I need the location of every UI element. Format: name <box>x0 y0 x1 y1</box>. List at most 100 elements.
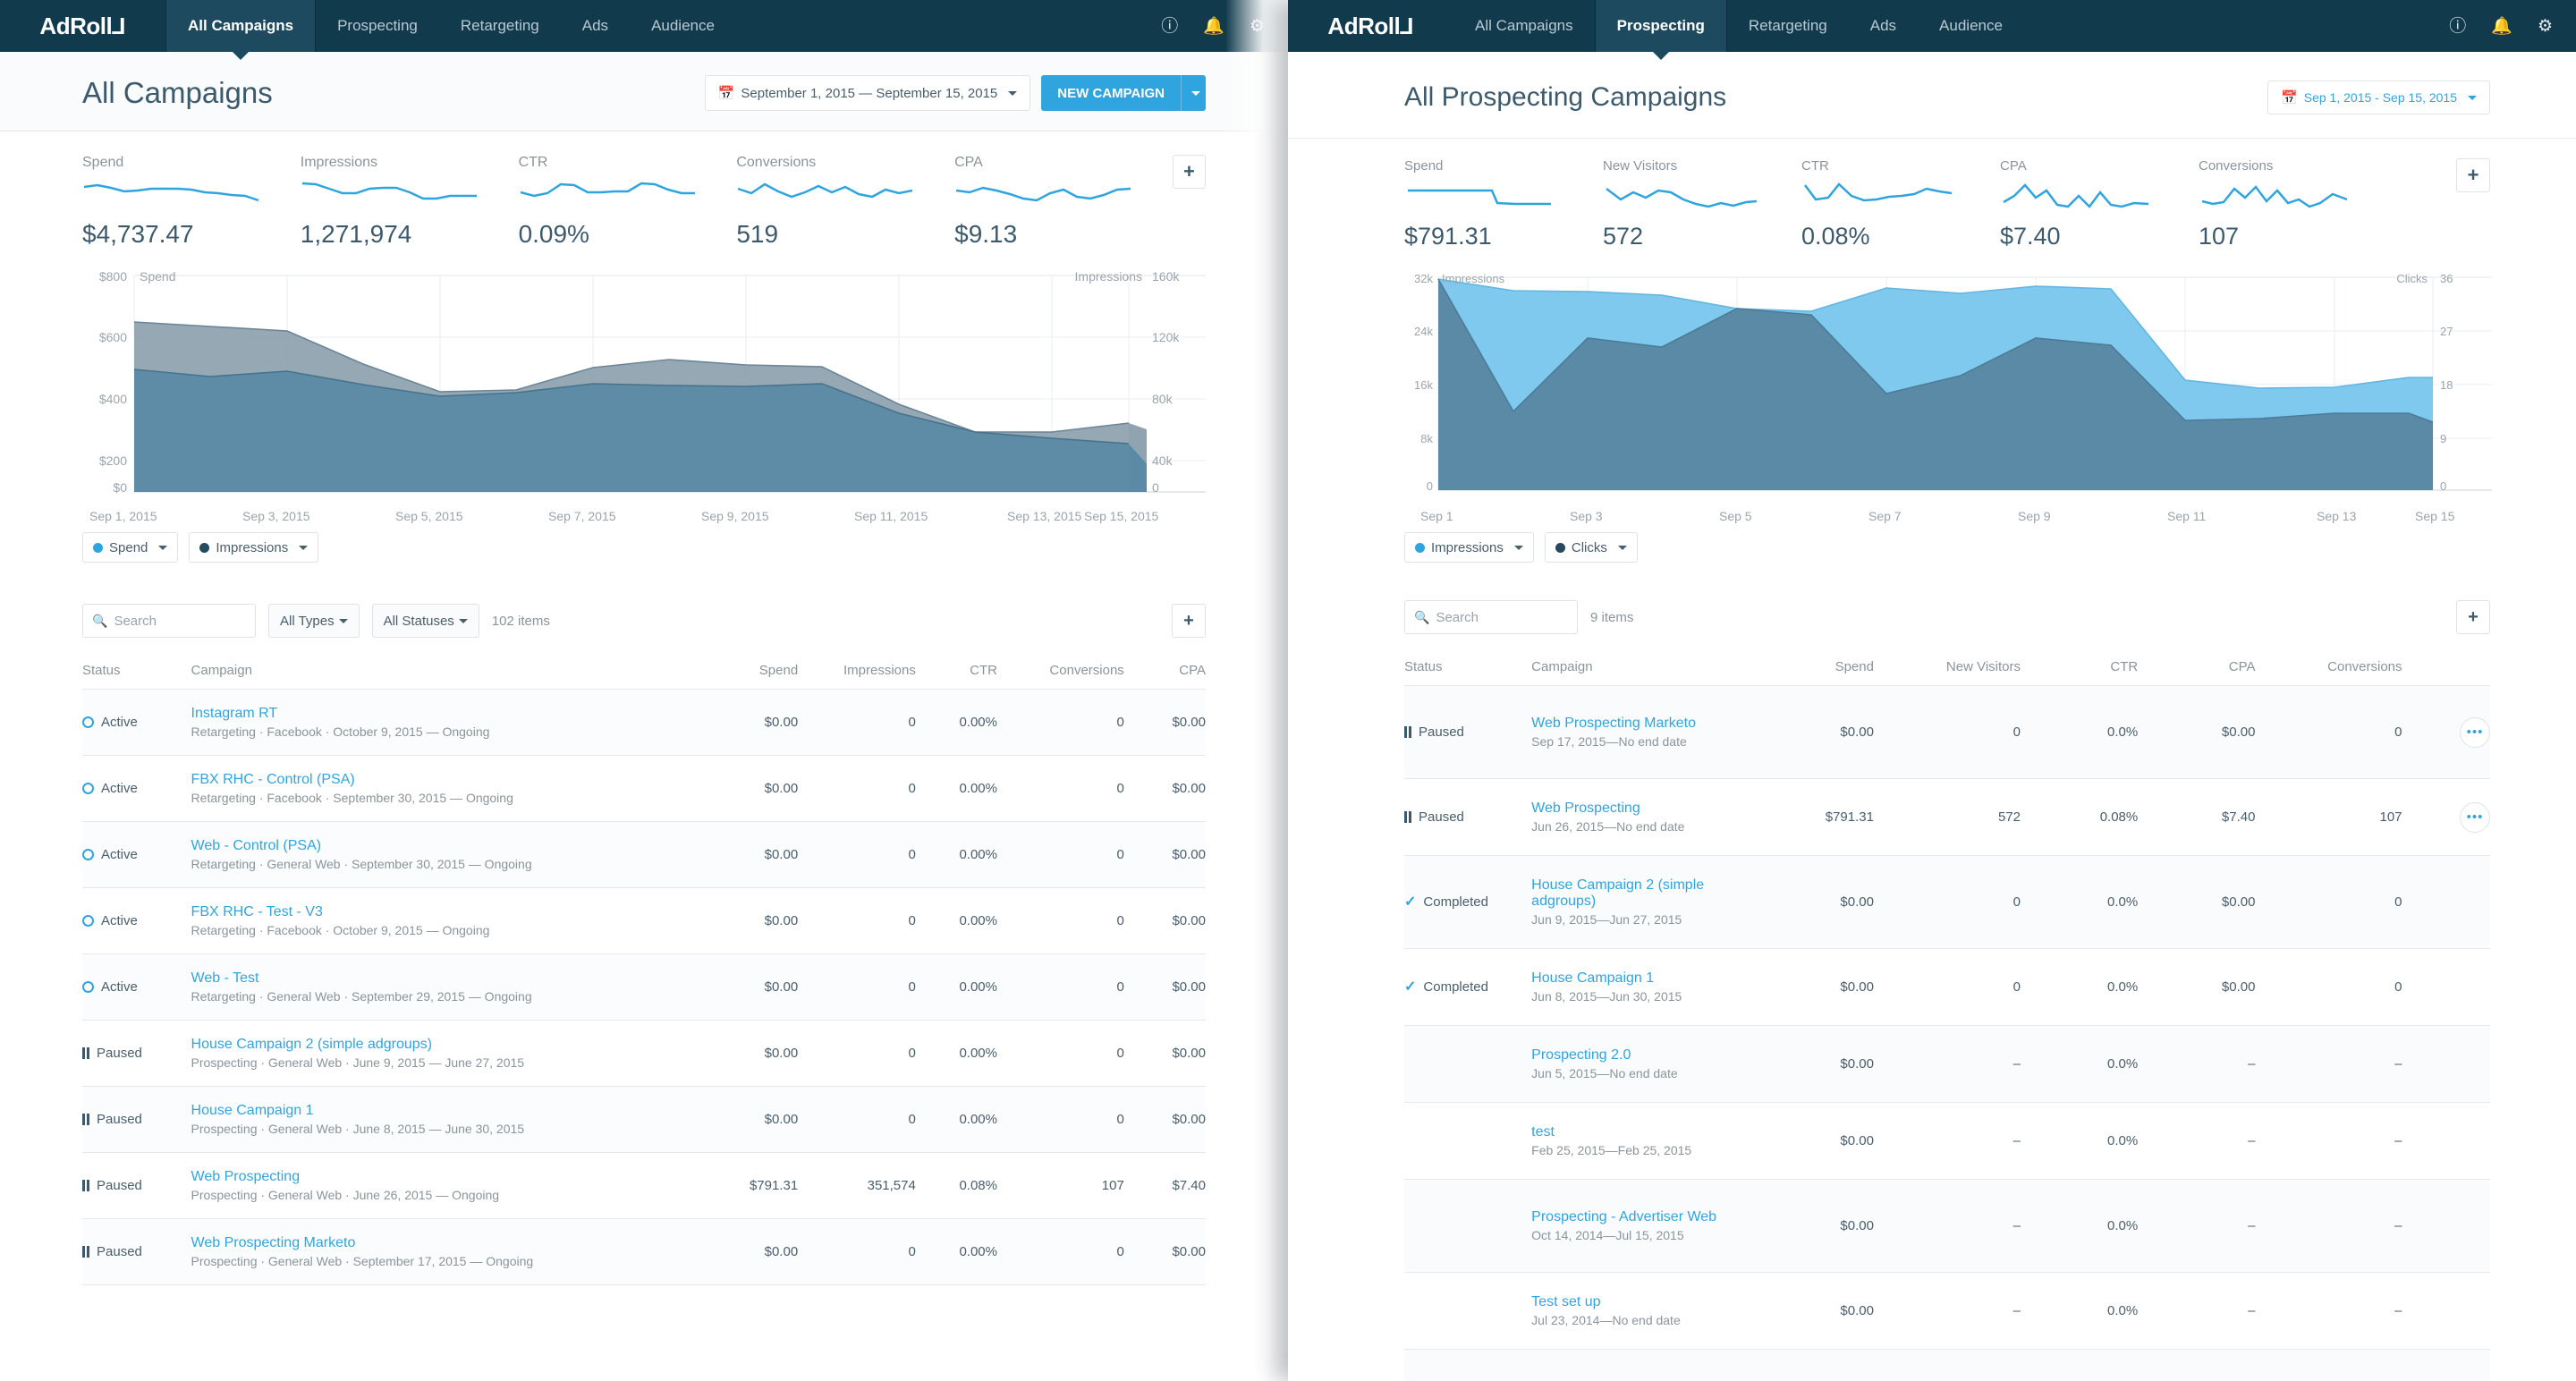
types-filter-button[interactable]: All Types <box>268 604 360 638</box>
left-header-actions: 📅 September 1, 2015 — September 15, 2015… <box>704 75 1206 111</box>
campaign-meta: Oct 14, 2014—Jul 15, 2015 <box>1531 1228 1684 1242</box>
table-row[interactable]: Paused House Campaign 2 (simple adgroups)… <box>82 1021 1206 1087</box>
adroll-logo[interactable]: AdRoll L <box>0 0 165 52</box>
nav-item-ads[interactable]: Ads <box>1849 0 1918 52</box>
add-metric-button[interactable]: + <box>1172 155 1207 189</box>
campaign-link[interactable]: Instagram RT <box>191 706 699 722</box>
metric-card-conversions[interactable]: Conversions 107 <box>2199 158 2397 250</box>
col-status[interactable]: Status <box>82 648 191 690</box>
statuses-filter-button[interactable]: All Statuses <box>371 604 479 638</box>
campaign-link[interactable]: Prospecting - Advertiser Web <box>1531 1209 1757 1225</box>
col-spend[interactable]: Spend <box>1756 645 1874 686</box>
metric-card-spend[interactable]: Spend $791.31 <box>1404 158 1603 250</box>
legend-metric-impressions[interactable]: Impressions <box>189 532 319 563</box>
col-conversions[interactable]: Conversions <box>997 648 1124 690</box>
col-cpa[interactable]: CPA <box>1123 648 1206 690</box>
nav-item-prospecting[interactable]: Prospecting <box>316 0 439 52</box>
col-campaign[interactable]: Campaign <box>1531 645 1757 686</box>
nav-item-retargeting[interactable]: Retargeting <box>439 0 561 52</box>
campaign-link[interactable]: FBX RHC - Test - V3 <box>191 904 699 920</box>
table-row[interactable]: Paused Web Prospecting Marketo Sep 17, 201… <box>1404 685 2490 779</box>
campaign-link[interactable]: Prospecting 2.0 <box>1531 1047 1757 1063</box>
table-row[interactable]: Prospecting 2.0 Jun 5, 2015—No end date $0… <box>1404 1025 2490 1103</box>
legend-metric-clicks[interactable]: Clicks <box>1544 532 1638 563</box>
metric-card-cpa[interactable]: CPA $9.13 <box>954 155 1173 249</box>
new-campaign-dropdown-button[interactable] <box>1181 75 1206 111</box>
search-box[interactable]: 🔍 <box>1404 600 1578 634</box>
campaign-link[interactable]: test <box>1531 1124 1757 1140</box>
nav-item-retargeting[interactable]: Retargeting <box>1727 0 1849 52</box>
table-row[interactable]: test Feb 25, 2015—Feb 25, 2015 $0.00 – 0.0% –… <box>1404 1103 2490 1180</box>
campaign-link[interactable]: Test set up <box>1531 1294 1757 1310</box>
row-more-actions-button[interactable]: ••• <box>2460 801 2490 833</box>
col-spend[interactable]: Spend <box>698 648 799 690</box>
settings-gear-icon[interactable]: ⚙ <box>1250 18 1265 35</box>
col-ctr[interactable]: CTR <box>2021 645 2139 686</box>
table-row[interactable]: Active FBX RHC - Control (PSA) Retargeting… <box>82 756 1206 822</box>
adroll-logo[interactable]: AdRoll L <box>1288 0 1453 52</box>
col-cpa[interactable]: CPA <box>2138 645 2256 686</box>
table-row[interactable]: Paused House Campaign 1 Prospecting · Gene… <box>82 1086 1206 1153</box>
col-new-visitors[interactable]: New Visitors <box>1873 645 2021 686</box>
date-range-picker[interactable]: 📅 Sep 1, 2015 - Sep 15, 2015 <box>2267 80 2490 114</box>
metric-card-conversions[interactable]: Conversions 519 <box>736 155 954 249</box>
nav-item-ads[interactable]: Ads <box>561 0 630 52</box>
table-row[interactable]: Active FBX RHC - Test - V3 Retargeting · F… <box>82 888 1206 954</box>
table-row[interactable]: Paused Web Prospecting Prospecting · Gener… <box>82 1153 1206 1219</box>
table-row[interactable]: Prospecting - Advertiser Web Oct 14, 2014… <box>1404 1179 2490 1273</box>
campaign-link[interactable]: Web Prospecting <box>1531 801 1757 817</box>
metric-card-ctr[interactable]: CTR 0.08% <box>1801 158 2000 250</box>
cell-cpa: $7.40 <box>2221 809 2256 825</box>
settings-gear-icon[interactable]: ⚙ <box>2538 18 2553 35</box>
table-row[interactable]: Audience Graph (see notes <box>1404 1349 2490 1381</box>
table-row[interactable]: Paused Web Prospecting Jun 26, 2015—No end… <box>1404 779 2490 856</box>
campaign-link[interactable]: House Campaign 2 (simple adgroups) <box>191 1037 699 1053</box>
help-icon[interactable]: ⓘ <box>1161 18 1178 35</box>
notifications-bell-icon[interactable]: 🔔 <box>1203 18 1224 35</box>
table-row[interactable]: Paused Web Prospecting Marketo Prospecting… <box>82 1218 1206 1285</box>
table-row[interactable]: Test set up Jul 23, 2014—No end date $0.00… <box>1404 1273 2490 1350</box>
metric-card-spend[interactable]: Spend $4,737.47 <box>82 155 301 249</box>
nav-item-all-campaigns[interactable]: All Campaigns <box>1453 0 1595 52</box>
add-column-button[interactable]: + <box>1172 604 1206 638</box>
table-row[interactable]: ✓ Completed House Campaign 2 (simple adgro… <box>1404 855 2490 949</box>
row-more-actions-button[interactable]: ••• <box>2460 716 2490 748</box>
search-box[interactable]: 🔍 <box>82 604 256 638</box>
nav-item-audience[interactable]: Audience <box>1918 0 2024 52</box>
table-row[interactable]: ✓ Completed House Campaign 1 Jun 8, 2015—Ju… <box>1404 949 2490 1026</box>
campaign-link[interactable]: House Campaign 2 (simple adgroups) <box>1531 877 1757 910</box>
campaign-link[interactable]: Web Prospecting <box>191 1169 699 1185</box>
campaign-link[interactable]: House Campaign 1 <box>191 1103 699 1119</box>
metric-card-new-visitors[interactable]: New Visitors 572 <box>1603 158 1801 250</box>
metric-card-cpa[interactable]: CPA $7.40 <box>2000 158 2199 250</box>
col-campaign[interactable]: Campaign <box>191 648 699 690</box>
col-status[interactable]: Status <box>1404 645 1532 686</box>
search-input[interactable] <box>1436 609 1568 625</box>
nav-item-all-campaigns[interactable]: All Campaigns <box>165 0 317 52</box>
campaign-link[interactable]: Web - Control (PSA) <box>191 838 699 854</box>
campaign-link[interactable]: Web Prospecting Marketo <box>191 1235 699 1251</box>
col-impressions[interactable]: Impressions <box>798 648 916 690</box>
legend-metric-spend[interactable]: Spend <box>82 532 179 563</box>
search-input[interactable] <box>114 613 246 629</box>
table-row[interactable]: Active Web - Control (PSA) Retargeting · G… <box>82 821 1206 888</box>
add-metric-button[interactable]: + <box>2456 158 2490 192</box>
nav-item-prospecting[interactable]: Prospecting <box>1594 0 1727 52</box>
metric-card-ctr[interactable]: CTR 0.09% <box>519 155 737 249</box>
add-column-button[interactable]: + <box>2456 600 2490 634</box>
legend-metric-impressions[interactable]: Impressions <box>1404 532 1534 563</box>
nav-item-audience[interactable]: Audience <box>630 0 736 52</box>
notifications-bell-icon[interactable]: 🔔 <box>2491 18 2512 35</box>
col-ctr[interactable]: CTR <box>915 648 997 690</box>
new-campaign-button[interactable]: NEW CAMPAIGN <box>1041 75 1181 111</box>
campaign-link[interactable]: House Campaign 1 <box>1531 970 1757 987</box>
col-conversions[interactable]: Conversions <box>2255 645 2402 686</box>
help-icon[interactable]: ⓘ <box>2449 18 2466 35</box>
table-row[interactable]: Active Web - Test Retargeting · General We… <box>82 953 1206 1021</box>
metric-card-impressions[interactable]: Impressions 1,271,974 <box>301 155 519 249</box>
campaign-link[interactable]: FBX RHC - Control (PSA) <box>191 772 699 788</box>
campaign-link[interactable]: Web Prospecting Marketo <box>1531 716 1757 732</box>
table-row[interactable]: Active Instagram RT Retargeting · Facebook… <box>82 689 1206 756</box>
campaign-link[interactable]: Web - Test <box>191 970 699 987</box>
date-range-picker[interactable]: 📅 September 1, 2015 — September 15, 2015 <box>704 75 1031 111</box>
